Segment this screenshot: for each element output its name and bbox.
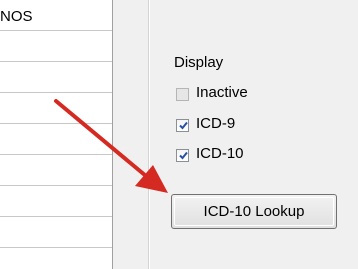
icd10-label[interactable]: ICD-10 [196,145,244,162]
results-grid[interactable]: NOS [0,0,113,269]
display-heading: Display [174,54,224,71]
table-row[interactable] [0,155,112,186]
table-row[interactable]: NOS [0,0,112,31]
table-row[interactable] [0,31,112,62]
icd9-label[interactable]: ICD-9 [196,115,235,132]
inactive-checkbox[interactable] [176,88,189,101]
table-row[interactable] [0,93,112,124]
table-row[interactable] [0,124,112,155]
checkmark-icon [179,151,188,160]
splitter[interactable] [113,0,148,269]
row-text: NOS [0,8,33,25]
table-row[interactable] [0,248,112,269]
inactive-label[interactable]: Inactive [196,84,248,101]
icd10-checkbox[interactable] [176,149,189,162]
icd9-checkbox[interactable] [176,119,189,132]
panel-border-highlight [149,0,150,269]
table-row[interactable] [0,62,112,93]
table-row[interactable] [0,186,112,217]
checkmark-icon [179,121,188,130]
icd10-lookup-button[interactable]: ICD-10 Lookup [171,194,337,229]
table-row[interactable] [0,217,112,248]
